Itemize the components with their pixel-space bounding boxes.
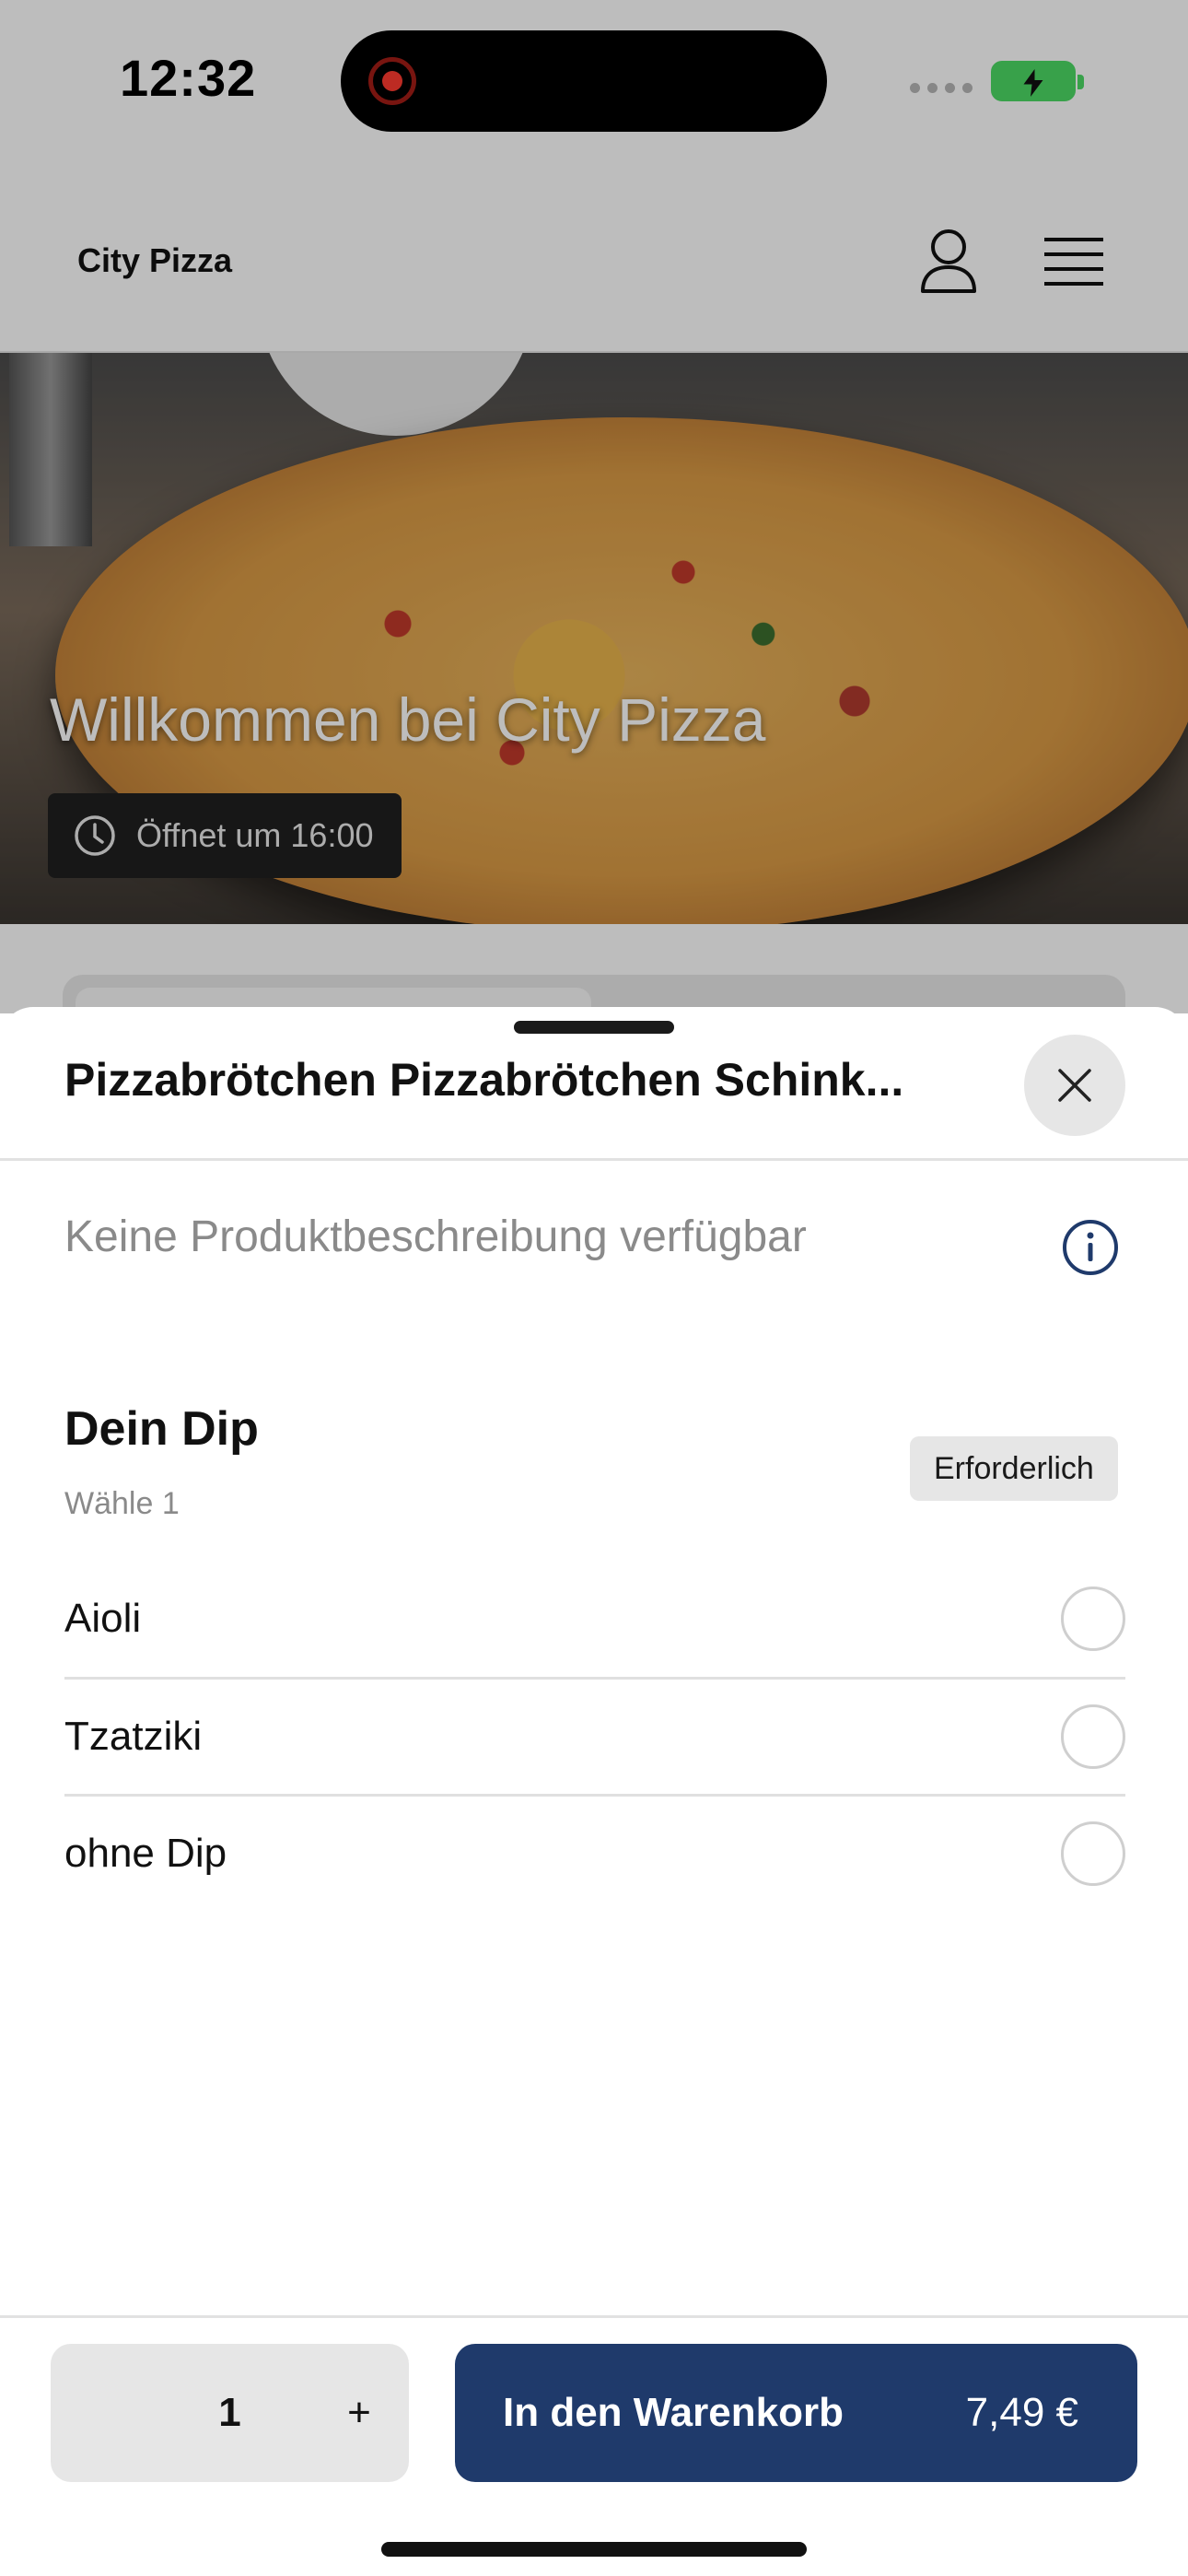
- radio-button[interactable]: [1061, 1704, 1125, 1769]
- option-aioli[interactable]: Aioli: [64, 1560, 1125, 1677]
- quantity-stepper: 1 +: [51, 2344, 409, 2482]
- price-label: 7,49 €: [965, 2390, 1078, 2435]
- modal-backdrop[interactable]: [0, 0, 1188, 1013]
- option-label: Aioli: [64, 1595, 142, 1641]
- option-ohne-dip[interactable]: ohne Dip: [64, 1794, 1125, 1911]
- product-sheet: Pizzabrötchen Pizzabrötchen Schink... Ke…: [0, 1007, 1188, 2576]
- required-badge: Erforderlich: [910, 1436, 1118, 1501]
- radio-button[interactable]: [1061, 1821, 1125, 1886]
- option-label: ohne Dip: [64, 1831, 227, 1876]
- radio-button[interactable]: [1061, 1586, 1125, 1651]
- product-description: Keine Produktbeschreibung verfügbar: [64, 1212, 807, 1261]
- option-label: Tzatziki: [64, 1714, 203, 1759]
- option-tzatziki[interactable]: Tzatziki: [64, 1677, 1125, 1794]
- home-indicator[interactable]: [381, 2542, 807, 2557]
- close-icon: [1058, 1069, 1091, 1102]
- product-title: Pizzabrötchen Pizzabrötchen Schink...: [64, 1054, 904, 1106]
- divider: [0, 1158, 1188, 1161]
- option-group-subtitle: Wähle 1: [64, 1486, 180, 1521]
- add-to-cart-label: In den Warenkorb: [503, 2390, 844, 2435]
- quantity-increase-button[interactable]: +: [327, 2381, 391, 2445]
- add-to-cart-button[interactable]: In den Warenkorb 7,49 €: [455, 2344, 1137, 2482]
- close-button[interactable]: [1024, 1035, 1125, 1136]
- info-icon[interactable]: [1062, 1219, 1119, 1276]
- sheet-grabber[interactable]: [514, 1021, 674, 1034]
- footer-divider: [0, 2315, 1188, 2318]
- option-group-title: Dein Dip: [64, 1402, 259, 1456]
- dip-options-list: Aioli Tzatziki ohne Dip: [64, 1560, 1125, 1911]
